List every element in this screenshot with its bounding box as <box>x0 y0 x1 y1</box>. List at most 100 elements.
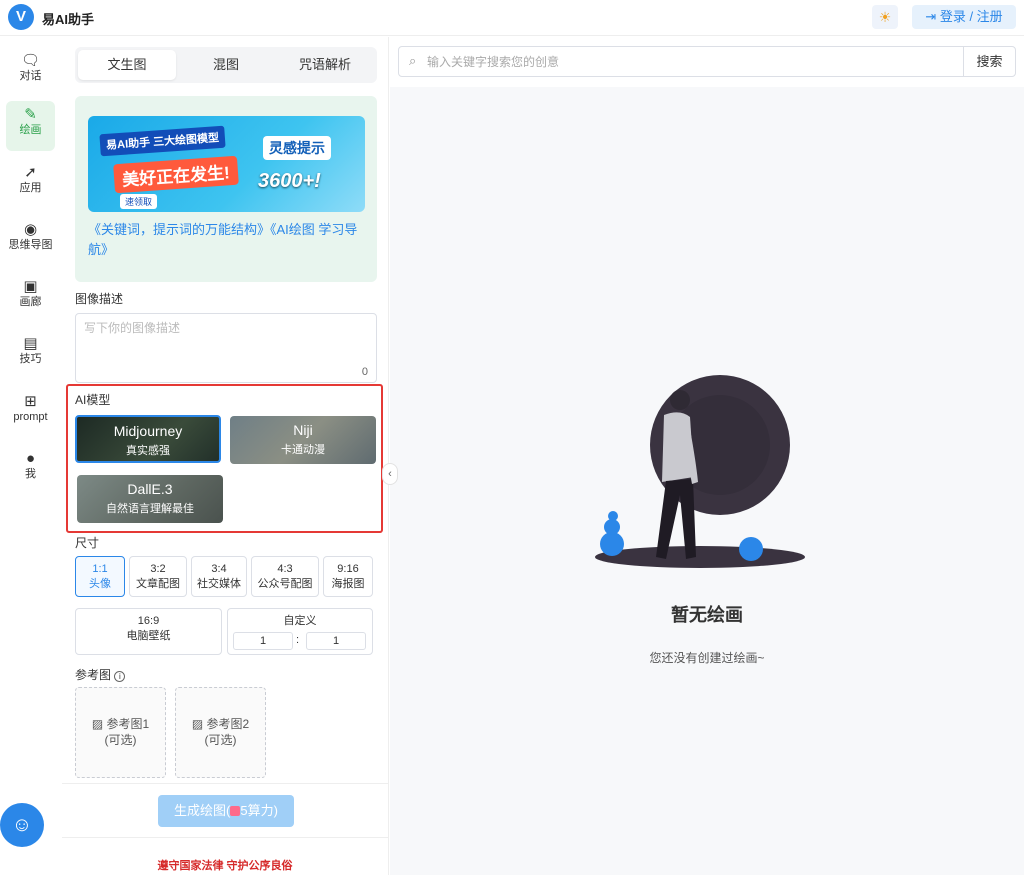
login-label: 登录 / 注册 <box>939 9 1003 24</box>
size-ratio: 3:4 <box>211 563 227 575</box>
app-title: 易AI助手 <box>42 12 95 27</box>
custom-height-input[interactable]: 1 <box>306 632 366 650</box>
credit-icon <box>230 806 241 816</box>
tab-blend[interactable]: 混图 <box>177 50 275 80</box>
size-option-3-4[interactable]: 3:4 社交媒体 <box>191 556 247 597</box>
description-input[interactable] <box>76 314 376 382</box>
nav-item-label: 画廊 <box>19 296 42 308</box>
brain-icon: ◉ <box>23 221 38 238</box>
size-use: 社交媒体 <box>197 578 241 590</box>
draw-settings-panel: 文生图 混图 咒语解析 易AI助手 三大绘图模型 美好正在发生! 灵感提示 36… <box>62 37 389 875</box>
description-label: 图像描述 <box>75 292 124 306</box>
nav-item-label: prompt <box>13 411 48 423</box>
divider <box>62 837 388 838</box>
login-arrow-icon: ⇥ <box>925 9 937 24</box>
divider <box>62 783 388 784</box>
size-use: 头像 <box>89 578 111 590</box>
custom-size-label: 自定义 <box>283 615 317 627</box>
reference-upload-1[interactable]: ▨ 参考图1 (可选) <box>75 687 166 778</box>
empty-illustration <box>595 375 805 568</box>
blue-ball <box>739 537 763 561</box>
size-label: 尺寸 <box>75 536 100 550</box>
blue-ball <box>604 519 620 535</box>
model-card-dalle3[interactable]: DallE.3 自然语言理解最佳 <box>77 475 223 523</box>
robot-help-icon: ☺ <box>11 814 33 836</box>
empty-state-title: 暂无绘画 <box>671 605 743 625</box>
gift-icon: ⊞ <box>24 393 37 410</box>
model-card-niji[interactable]: Niji 卡通动漫 <box>230 416 376 464</box>
info-icon[interactable]: i <box>114 671 126 682</box>
model-label: AI模型 <box>75 393 111 407</box>
custom-width-input[interactable]: 1 <box>233 632 293 650</box>
sun-icon: ☀ <box>878 9 892 25</box>
size-ratio: 3:2 <box>150 563 166 575</box>
image-icon: ▨ <box>91 717 104 731</box>
generate-label-suffix: 5算力) <box>240 803 278 818</box>
promo-card: 易AI助手 三大绘图模型 美好正在发生! 灵感提示 3600+! 速领取 《关键… <box>75 96 377 282</box>
nav-item-me[interactable]: ● 我 <box>6 445 55 495</box>
generate-button[interactable]: 生成绘图( 5算力) <box>158 795 294 827</box>
gallery-icon: ▣ <box>23 278 38 295</box>
banner-headline: 易AI助手 三大绘图模型 <box>99 125 226 157</box>
banner-badge: 速领取 <box>120 194 158 209</box>
model-desc: 真实感强 <box>126 445 170 457</box>
size-use: 公众号配图 <box>257 578 313 590</box>
nav-item-apps[interactable]: ➚ 应用 <box>6 159 55 209</box>
reference-note: (可选) <box>204 733 237 747</box>
side-nav: 🗨 对话 ✎ 绘画 ➚ 应用 ◉ 思维导图 ▣ 画廊 ▤ 技巧 ⊞ prompt… <box>0 37 62 875</box>
model-desc: 卡通动漫 <box>281 444 325 456</box>
size-option-3-2[interactable]: 3:2 文章配图 <box>129 556 187 597</box>
rocket-icon: ➚ <box>24 164 37 181</box>
tab-describe[interactable]: 咒语解析 <box>276 50 374 80</box>
blue-ball <box>608 511 618 521</box>
person-head <box>670 390 690 410</box>
size-option-9-16[interactable]: 9:16 海报图 <box>323 556 373 597</box>
reference-label-text: 参考图 <box>75 668 112 682</box>
model-name: DallE.3 <box>127 481 173 497</box>
reference-upload-2[interactable]: ▨ 参考图2 (可选) <box>175 687 266 778</box>
top-header: V 易AI助手 ☀ ⇥ 登录 / 注册 <box>0 0 1024 36</box>
tab-text-to-image[interactable]: 文生图 <box>78 50 176 80</box>
app-logo[interactable]: V <box>8 4 34 30</box>
generate-label-prefix: 生成绘图( <box>174 803 231 818</box>
size-ratio: 16:9 <box>137 615 160 627</box>
custom-separator: : <box>296 634 300 646</box>
model-card-midjourney[interactable]: Midjourney 真实感强 <box>75 415 221 463</box>
brush-icon: ✎ <box>24 106 37 123</box>
description-box: 0 <box>75 313 377 383</box>
nav-item-prompt[interactable]: ⊞ prompt <box>6 388 55 438</box>
user-icon: ● <box>25 450 36 467</box>
size-option-custom[interactable]: 自定义 1 : 1 <box>227 608 373 655</box>
nav-item-mindmap[interactable]: ◉ 思维导图 <box>6 216 55 266</box>
login-register-button[interactable]: ⇥ 登录 / 注册 <box>912 5 1016 29</box>
theme-toggle-button[interactable]: ☀ <box>872 5 898 29</box>
promo-banner[interactable]: 易AI助手 三大绘图模型 美好正在发生! 灵感提示 3600+! 速领取 <box>88 116 365 212</box>
help-chat-button[interactable]: ☺ <box>0 803 44 847</box>
size-option-1-1[interactable]: 1:1 头像 <box>75 556 125 597</box>
nav-item-chat[interactable]: 🗨 对话 <box>6 47 55 97</box>
size-ratio: 4:3 <box>277 563 293 575</box>
size-option-4-3[interactable]: 4:3 公众号配图 <box>251 556 319 597</box>
size-ratio: 9:16 <box>337 563 359 575</box>
guide-links[interactable]: 《关键词，提示词的万能结构》《AI绘图 学习导航》 <box>88 220 368 260</box>
nav-item-label: 思维导图 <box>8 239 53 251</box>
model-name: Niji <box>293 422 313 438</box>
nav-item-label: 我 <box>25 468 36 480</box>
floor-shadow <box>595 546 805 568</box>
size-use: 文章配图 <box>136 578 180 590</box>
book-icon: ▤ <box>23 335 38 352</box>
reference-title: 参考图1 <box>106 717 150 731</box>
nav-item-draw[interactable]: ✎ 绘画 <box>6 101 55 151</box>
legal-notice: 遵守国家法律 守护公序良俗 <box>157 860 293 872</box>
gallery-area: ⌕ 搜索 ‹ 暂无绘画 您还没有创建过绘画~ <box>382 37 1024 875</box>
model-desc: 自然语言理解最佳 <box>106 503 194 515</box>
size-option-16-9[interactable]: 16:9 电脑壁纸 <box>75 608 222 655</box>
nav-item-label: 绘画 <box>19 124 42 136</box>
nav-item-tips[interactable]: ▤ 技巧 <box>6 330 55 380</box>
nav-item-gallery[interactable]: ▣ 画廊 <box>6 273 55 323</box>
image-icon: ▨ <box>191 717 204 731</box>
chat-icon: 🗨 <box>20 52 41 69</box>
reference-title: 参考图2 <box>206 717 250 731</box>
nav-item-label: 对话 <box>19 70 42 82</box>
char-count: 0 <box>361 366 368 378</box>
